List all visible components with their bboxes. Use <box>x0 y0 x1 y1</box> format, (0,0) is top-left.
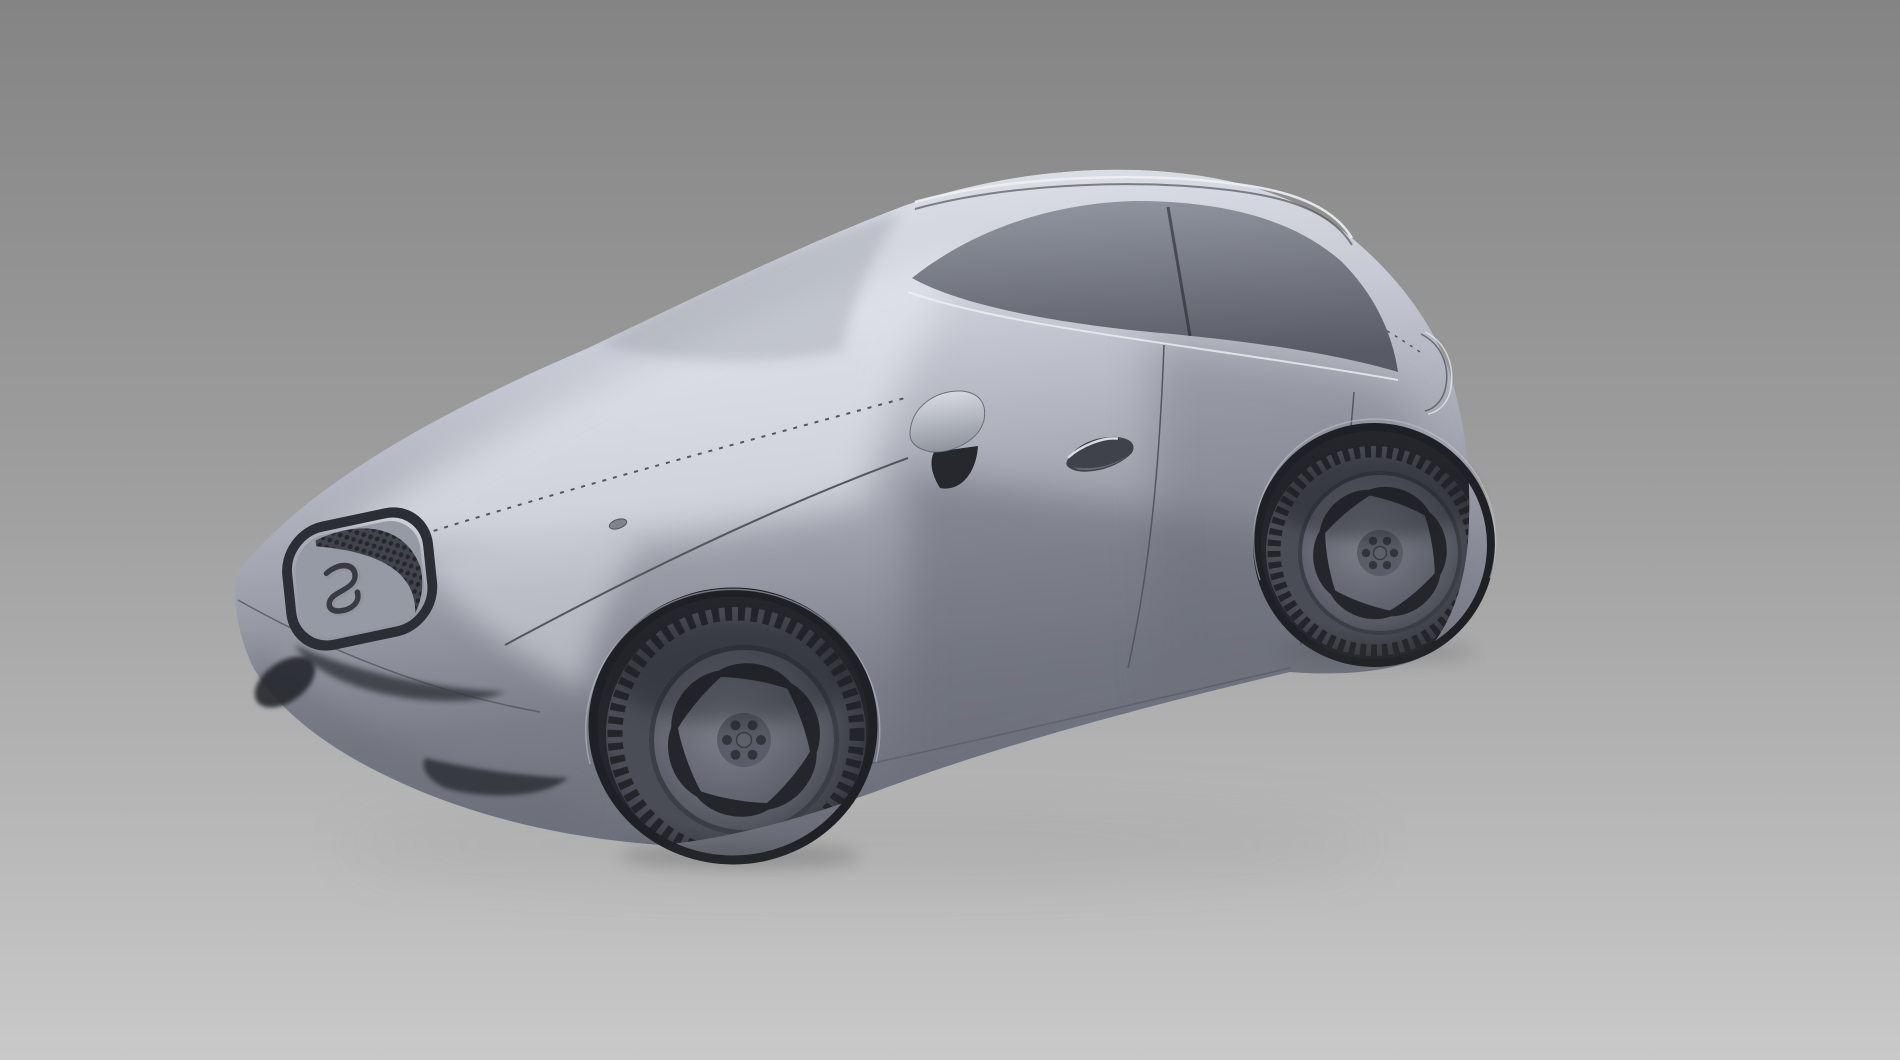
front-tire-contact-shadow <box>620 843 860 869</box>
rear-tire-contact-shadow <box>1280 641 1476 663</box>
render-viewport[interactable] <box>0 0 1900 1060</box>
front-arch-inner-shadow <box>612 620 860 724</box>
rear-arch-inner-shadow <box>1272 456 1476 540</box>
